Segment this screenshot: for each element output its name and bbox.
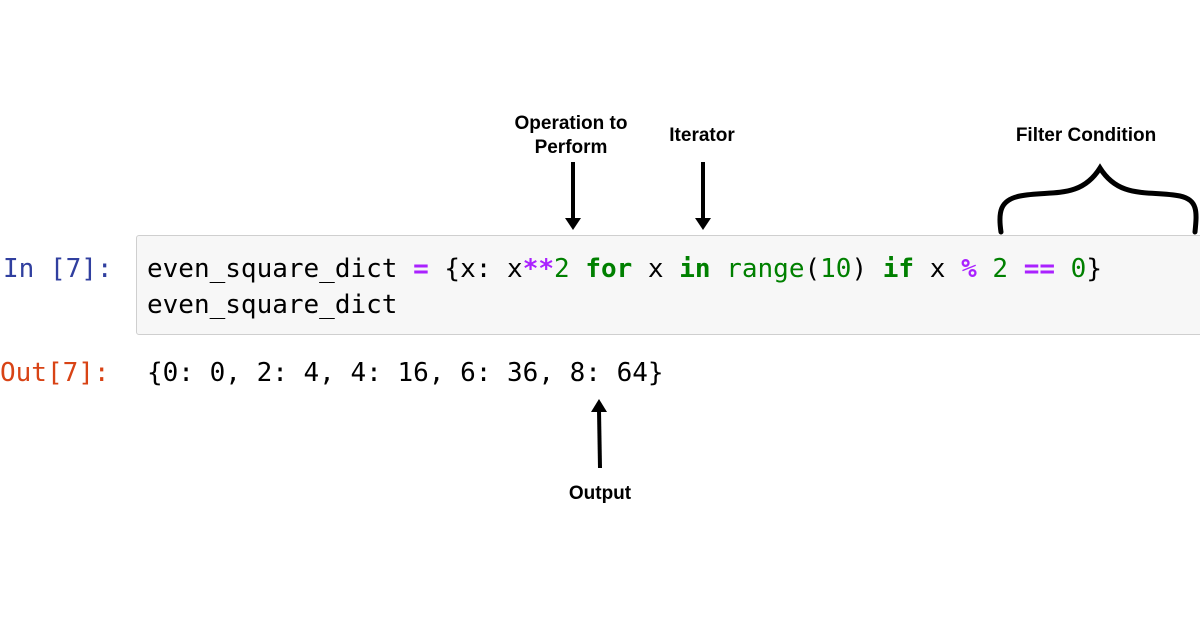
curly-brace-icon xyxy=(997,163,1199,235)
arrow-up-icon xyxy=(591,399,607,469)
arrow-down-icon xyxy=(695,162,711,230)
arrow-down-icon xyxy=(565,162,581,230)
annotation-layer xyxy=(565,162,1199,469)
